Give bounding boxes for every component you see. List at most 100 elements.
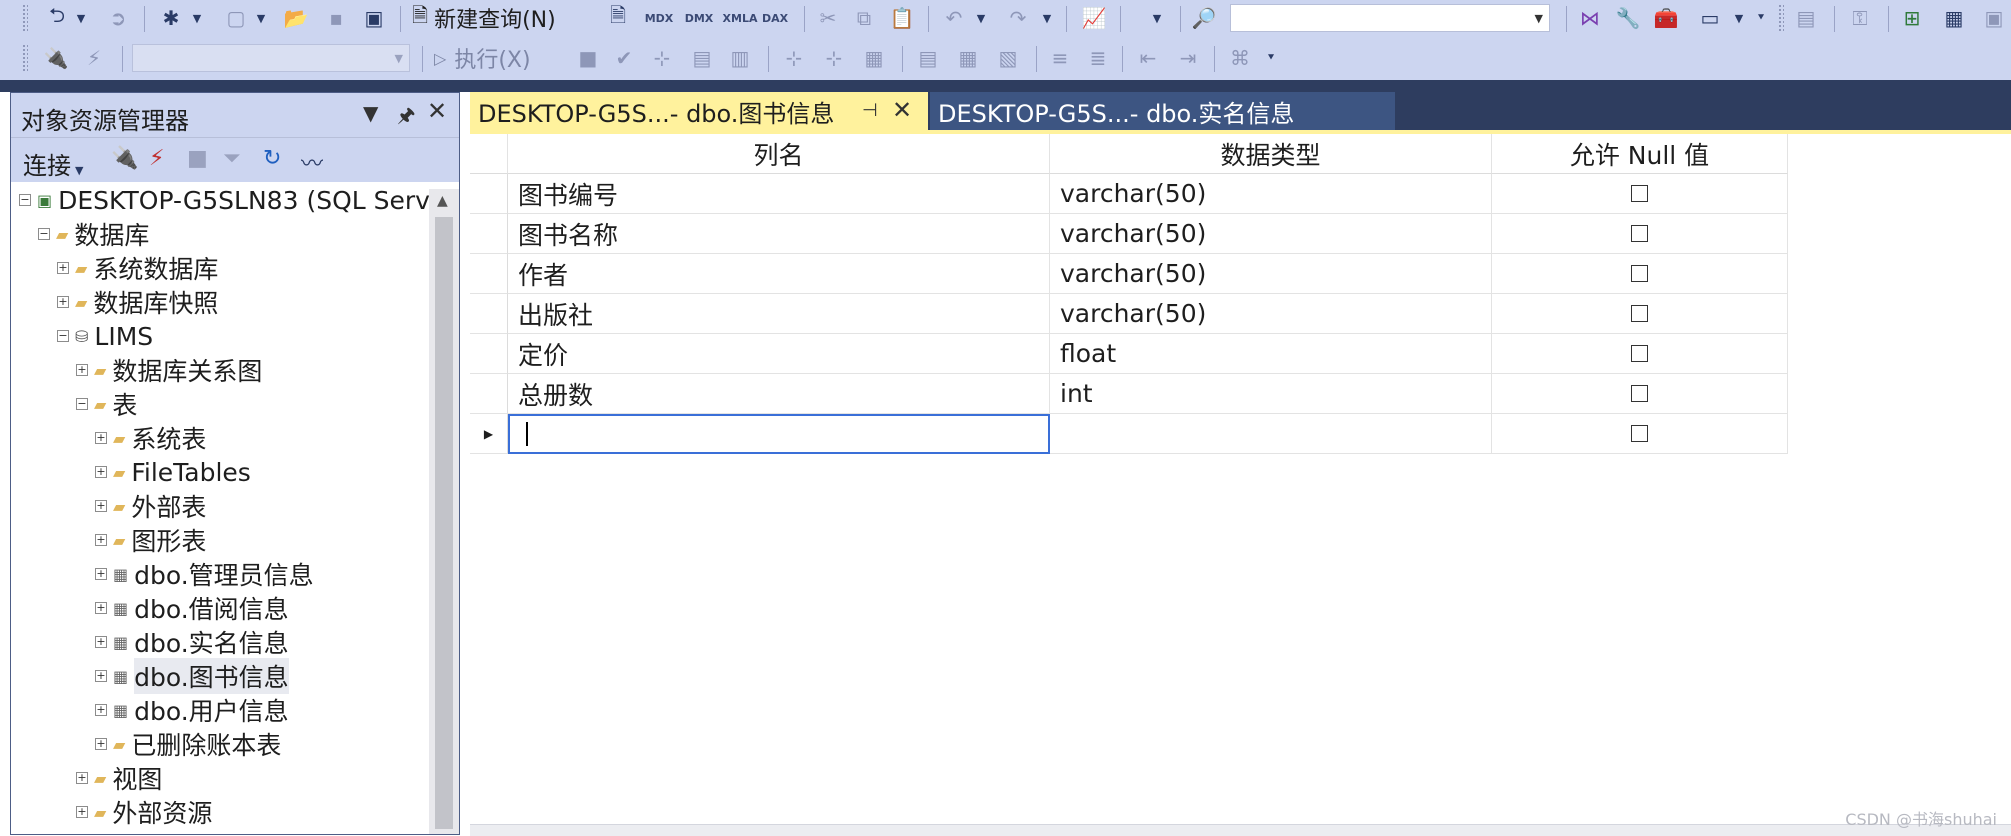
tree-node[interactable]: + ▦ dbo.实名信息 — [95, 626, 289, 658]
tree-node[interactable]: − ▣ DESKTOP-G5SLN83 (SQL Serve — [19, 184, 445, 216]
tree-node[interactable]: + ▦ dbo.管理员信息 — [95, 558, 314, 590]
window-position-dropdown-icon[interactable]: ▼ — [363, 101, 378, 125]
expand-icon[interactable]: + — [95, 670, 107, 682]
tree-node[interactable]: + ▰ 已删除账本表 — [95, 728, 281, 760]
close-tab-icon[interactable]: ✕ — [892, 96, 912, 124]
dax-query-button[interactable]: DAX — [758, 4, 792, 32]
tree-node[interactable]: + ▰ 系统表 — [95, 422, 206, 454]
allow-null-checkbox[interactable] — [1631, 225, 1648, 242]
tree-node[interactable]: + ▰ 视图 — [76, 762, 162, 794]
expand-icon[interactable]: + — [95, 704, 107, 716]
toolbar-overflow-icon[interactable]: ⯆ — [1264, 44, 1278, 72]
expand-icon[interactable]: + — [57, 296, 69, 308]
toolbar-grip[interactable] — [22, 44, 28, 72]
tree-node[interactable]: + ▰ 图形表 — [95, 524, 206, 556]
data-type-cell[interactable]: varchar(50) — [1050, 174, 1492, 214]
tree-node[interactable]: + ▰ 外部资源 — [76, 796, 212, 828]
tree-node[interactable]: − ▰ 数据库 — [38, 218, 149, 250]
tab-table-design-books[interactable]: DESKTOP-G5S...- dbo.图书信息 ⊣ ✕ — [470, 92, 928, 130]
tree-node[interactable]: + ▰ FileTables — [95, 456, 251, 488]
collapse-icon[interactable]: − — [57, 330, 69, 342]
new-project-dropdown-icon[interactable]: ▼ — [190, 4, 204, 32]
activity-monitor-icon[interactable]: 📈 — [1080, 4, 1108, 32]
expand-icon[interactable]: + — [95, 602, 107, 614]
tree-node[interactable]: + ▦ dbo.图书信息 — [95, 658, 289, 694]
column-name-cell[interactable]: 总册数 — [508, 374, 1050, 414]
open-folder-icon[interactable]: 📂 — [282, 4, 310, 32]
refresh-icon[interactable]: ↻ — [263, 146, 281, 171]
row-selector[interactable] — [470, 334, 508, 374]
properties-wrench-icon[interactable]: 🔧 — [1614, 4, 1642, 32]
tree-node[interactable]: + ▦ dbo.借阅信息 — [95, 592, 289, 624]
connect-plug-icon[interactable]: 🔌 — [111, 146, 138, 171]
toolbar-overflow-icon[interactable]: ⯆ — [1754, 4, 1768, 32]
data-type-cell[interactable]: varchar(50) — [1050, 214, 1492, 254]
expand-icon[interactable]: + — [95, 534, 107, 546]
back-dropdown-icon[interactable]: ▼ — [74, 4, 88, 32]
data-type-cell[interactable]: int — [1050, 374, 1492, 414]
expand-icon[interactable]: + — [95, 636, 107, 648]
new-project-icon[interactable]: ✱ — [156, 4, 186, 32]
tree-node[interactable]: + ▰ 系统数据库 — [57, 252, 218, 284]
tree-node[interactable]: + ▰ 数据库快照 — [57, 286, 218, 318]
row-selector[interactable] — [470, 374, 508, 414]
find-icon[interactable]: 🔎 — [1190, 4, 1218, 32]
solution-config-dropdown-icon[interactable]: ▼ — [1150, 4, 1164, 32]
tree-node[interactable]: + ▰ 数据库关系图 — [76, 354, 262, 386]
expand-icon[interactable]: + — [95, 500, 107, 512]
tree-node[interactable]: + ▰ 外部表 — [95, 490, 206, 522]
visual-studio-icon[interactable]: ⋈ — [1576, 4, 1604, 32]
collapse-icon[interactable]: − — [38, 228, 50, 240]
expand-icon[interactable]: + — [95, 432, 107, 444]
xmla-query-button[interactable]: XMLA — [720, 4, 760, 32]
expand-icon[interactable]: + — [76, 772, 88, 784]
row-selector[interactable] — [470, 174, 508, 214]
toolbox-icon[interactable]: 🧰 — [1652, 4, 1680, 32]
expand-icon[interactable]: + — [57, 262, 69, 274]
pin-icon[interactable]: 🖈 — [397, 101, 416, 135]
chevron-up-icon[interactable]: ▲ — [437, 193, 448, 209]
find-combo[interactable]: ▼ — [1230, 4, 1550, 32]
toolbar-grip[interactable] — [1778, 4, 1784, 32]
row-selector[interactable] — [470, 294, 508, 334]
expand-icon[interactable]: + — [95, 568, 107, 580]
save-all-icon[interactable]: ▣ — [360, 4, 388, 32]
column-name-cell[interactable]: 图书名称 — [508, 214, 1050, 254]
data-type-cell[interactable] — [1050, 414, 1492, 454]
allow-null-checkbox[interactable] — [1631, 305, 1648, 322]
command-window-dropdown-icon[interactable]: ▼ — [1732, 4, 1746, 32]
row-selector[interactable]: ▶ — [470, 414, 508, 454]
tree-node[interactable]: − ⛁ LIMS — [57, 320, 153, 352]
new-query-button[interactable]: 🗎 新建查询(N) — [412, 3, 592, 33]
disconnect-icon[interactable]: ⚡ — [149, 146, 164, 171]
tree-node[interactable]: + ▦ dbo.用户信息 — [95, 694, 289, 726]
row-selector[interactable] — [470, 214, 508, 254]
data-type-cell[interactable]: varchar(50) — [1050, 254, 1492, 294]
dmx-query-button[interactable]: DMX — [682, 4, 716, 32]
column-name-cell[interactable]: 出版社 — [508, 294, 1050, 334]
close-icon[interactable]: ✕ — [427, 97, 447, 125]
column-name-cell[interactable]: 定价 — [508, 334, 1050, 374]
relationships-icon[interactable]: ⊞ — [1898, 4, 1926, 32]
tab-table-design-realname[interactable]: DESKTOP-G5S...- dbo.实名信息 — [930, 92, 1395, 130]
allow-null-checkbox[interactable] — [1631, 265, 1648, 282]
activity-monitor-icon[interactable]: 〰 — [301, 146, 323, 178]
connect-dropdown-button[interactable]: 连接 ▼ — [23, 146, 83, 181]
data-type-cell[interactable]: float — [1050, 334, 1492, 374]
column-name-cell[interactable]: 图书编号 — [508, 174, 1050, 214]
tree-scrollbar[interactable]: ▲ — [429, 189, 459, 834]
manage-indexes-icon[interactable]: ▦ — [1940, 4, 1968, 32]
expand-icon[interactable]: + — [95, 738, 107, 750]
expand-icon[interactable]: + — [76, 806, 88, 818]
tree-node[interactable]: − ▰ 表 — [76, 388, 137, 420]
allow-null-checkbox[interactable] — [1631, 385, 1648, 402]
toolbar-grip[interactable] — [22, 4, 28, 32]
collapse-icon[interactable]: − — [76, 398, 88, 410]
data-type-cell[interactable]: varchar(50) — [1050, 294, 1492, 334]
designer-splitter[interactable] — [470, 824, 2011, 836]
scrollbar-thumb[interactable] — [435, 217, 453, 829]
column-name-cell[interactable] — [508, 414, 1050, 454]
allow-null-checkbox[interactable] — [1631, 425, 1648, 442]
back-icon[interactable]: ⮌ — [42, 3, 72, 32]
allow-null-checkbox[interactable] — [1631, 185, 1648, 202]
